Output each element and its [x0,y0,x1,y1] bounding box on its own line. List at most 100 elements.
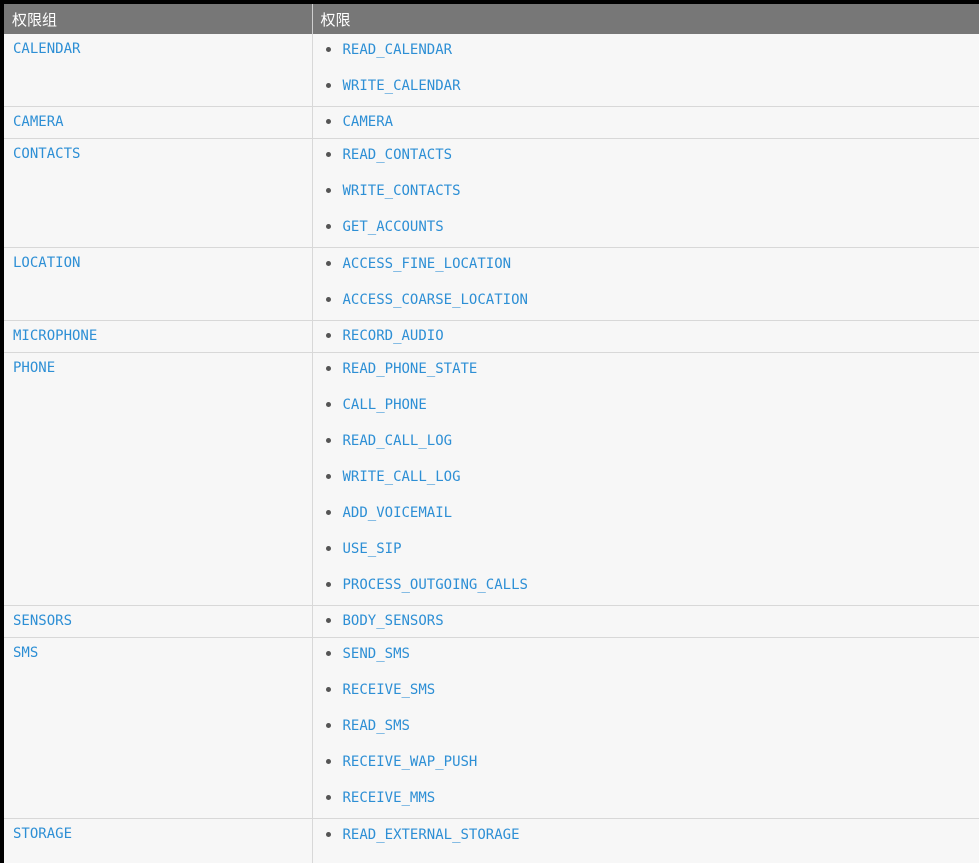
bullet-icon [325,332,331,338]
list-item: WRITE_CALENDAR [325,70,979,106]
bullet-icon [325,473,331,479]
permission-list: READ_PHONE_STATE CALL_PHONE READ_CALL_LOG W… [325,353,979,605]
permission-list-cell: READ_EXTERNAL_STORAGE WRITE_EXTERNAL_STOR… [312,818,979,863]
permission-list: READ_CONTACTS WRITE_CONTACTS GET_ACCOUNTS [325,139,979,247]
permission-link[interactable]: SEND_SMS [343,646,410,662]
list-item: READ_EXTERNAL_STORAGE [325,819,979,855]
table-row: PHONE READ_PHONE_STATE CALL_PHONE READ_CALL… [4,352,979,606]
bullet-icon [325,831,331,837]
table-row: LOCATION ACCESS_FINE_LOCATION ACCESS_COARS… [4,247,979,321]
list-item: RECEIVE_WAP_PUSH [325,746,979,782]
bullet-icon [325,260,331,266]
bullet-icon [325,650,331,656]
list-item: CAMERA [325,107,979,138]
list-item: ACCESS_COARSE_LOCATION [325,284,979,320]
bullet-icon [325,617,331,623]
list-item: USE_SIP [325,533,979,569]
table-header-row: 权限组 权限 [4,4,979,34]
header-permission: 权限 [312,4,979,34]
permission-list-cell: RECORD_AUDIO [312,320,979,353]
bullet-icon [325,82,331,88]
permission-group-microphone[interactable]: MICROPHONE [4,320,313,353]
permission-link[interactable]: READ_CALENDAR [343,42,453,58]
permission-group-contacts[interactable]: CONTACTS [4,138,313,248]
permission-list: ACCESS_FINE_LOCATION ACCESS_COARSE_LOCATI… [325,248,979,320]
bullet-icon [325,46,331,52]
permission-link[interactable]: USE_SIP [343,541,402,557]
bullet-icon [325,545,331,551]
permission-link[interactable]: RECEIVE_SMS [343,682,436,698]
permission-link[interactable]: PROCESS_OUTGOING_CALLS [343,577,528,593]
table-body: CALENDAR READ_CALENDAR WRITE_CALENDAR CAMER… [4,34,979,863]
list-item: WRITE_EXTERNAL_STORAGE [326,855,979,863]
list-item: READ_SMS [325,710,979,746]
permission-link[interactable]: WRITE_CALL_LOG [343,469,461,485]
bullet-icon [325,401,331,407]
list-item: RECEIVE_SMS [325,674,979,710]
permission-list-cell: ACCESS_FINE_LOCATION ACCESS_COARSE_LOCATI… [312,247,979,321]
permission-link[interactable]: READ_SMS [343,718,410,734]
list-item: WRITE_CONTACTS [325,175,979,211]
bullet-icon [325,296,331,302]
permission-link[interactable]: ACCESS_FINE_LOCATION [343,256,512,272]
bullet-icon [325,365,331,371]
permission-list: RECORD_AUDIO [325,321,979,352]
permission-group-calendar[interactable]: CALENDAR [4,34,313,107]
permission-link[interactable]: READ_PHONE_STATE [343,361,478,377]
permission-link[interactable]: CAMERA [343,114,394,130]
list-item: SEND_SMS [325,638,979,674]
bullet-icon [325,187,331,193]
permission-link[interactable]: RECORD_AUDIO [343,328,444,344]
permissions-table: 权限组 权限 CALENDAR READ_CALENDAR WRITE_CALEND… [4,4,979,863]
bullet-icon [325,118,331,124]
permission-link[interactable]: READ_EXTERNAL_STORAGE [343,827,520,843]
bullet-icon [325,722,331,728]
permission-list-cell: SEND_SMS RECEIVE_SMS READ_SMS RECEIVE_WAP_P… [312,637,979,819]
list-item: READ_CALL_LOG [325,425,979,461]
list-item: READ_PHONE_STATE [325,353,979,389]
permission-link[interactable]: READ_CALL_LOG [343,433,453,449]
permission-group-sms[interactable]: SMS [4,637,313,819]
permission-link[interactable]: ACCESS_COARSE_LOCATION [343,292,528,308]
permission-link[interactable]: WRITE_CALENDAR [343,78,461,94]
bullet-icon [325,686,331,692]
permission-group-sensors[interactable]: SENSORS [4,605,313,638]
permission-list: CAMERA [325,107,979,138]
permission-group-storage[interactable]: STORAGE [4,818,313,863]
list-item: ADD_VOICEMAIL [325,497,979,533]
list-item: READ_CONTACTS [325,139,979,175]
table-row: CONTACTS READ_CONTACTS WRITE_CONTACTS GET_A… [4,138,979,248]
list-item: RECORD_AUDIO [325,321,979,352]
bullet-icon [325,794,331,800]
list-item: READ_CALENDAR [325,34,979,70]
list-item: GET_ACCOUNTS [325,211,979,247]
list-item: ACCESS_FINE_LOCATION [325,248,979,284]
table-row: STORAGE READ_EXTERNAL_STORAGE WRITE_EXTERN… [4,818,979,863]
permission-link[interactable]: RECEIVE_MMS [343,790,436,806]
permission-list: SEND_SMS RECEIVE_SMS READ_SMS RECEIVE_WAP_P… [325,638,979,818]
list-item: RECEIVE_MMS [325,782,979,818]
permission-link[interactable]: WRITE_CONTACTS [343,183,461,199]
permission-link[interactable]: RECEIVE_WAP_PUSH [343,754,478,770]
permission-list: READ_CALENDAR WRITE_CALENDAR [325,34,979,106]
permission-group-location[interactable]: LOCATION [4,247,313,321]
permission-link[interactable]: BODY_SENSORS [343,613,444,629]
permission-group-phone[interactable]: PHONE [4,352,313,606]
permission-link[interactable]: GET_ACCOUNTS [343,219,444,235]
bullet-icon [325,758,331,764]
bullet-icon [325,581,331,587]
permission-link[interactable]: CALL_PHONE [343,397,427,413]
permission-list-cell: READ_PHONE_STATE CALL_PHONE READ_CALL_LOG W… [312,352,979,606]
permission-list: BODY_SENSORS [325,606,979,637]
list-item: WRITE_CALL_LOG [325,461,979,497]
permission-group-camera[interactable]: CAMERA [4,106,313,139]
bullet-icon [325,151,331,157]
permission-link[interactable]: READ_CONTACTS [343,147,453,163]
permission-link[interactable]: ADD_VOICEMAIL [343,505,453,521]
permission-list: READ_EXTERNAL_STORAGE WRITE_EXTERNAL_STOR… [325,819,979,863]
bullet-icon [325,509,331,515]
list-item: CALL_PHONE [325,389,979,425]
permission-list-cell: CAMERA [312,106,979,139]
table-row: SMS SEND_SMS RECEIVE_SMS READ_SMS RECEIVE_WA… [4,637,979,819]
permission-list-cell: READ_CALENDAR WRITE_CALENDAR [312,34,979,107]
